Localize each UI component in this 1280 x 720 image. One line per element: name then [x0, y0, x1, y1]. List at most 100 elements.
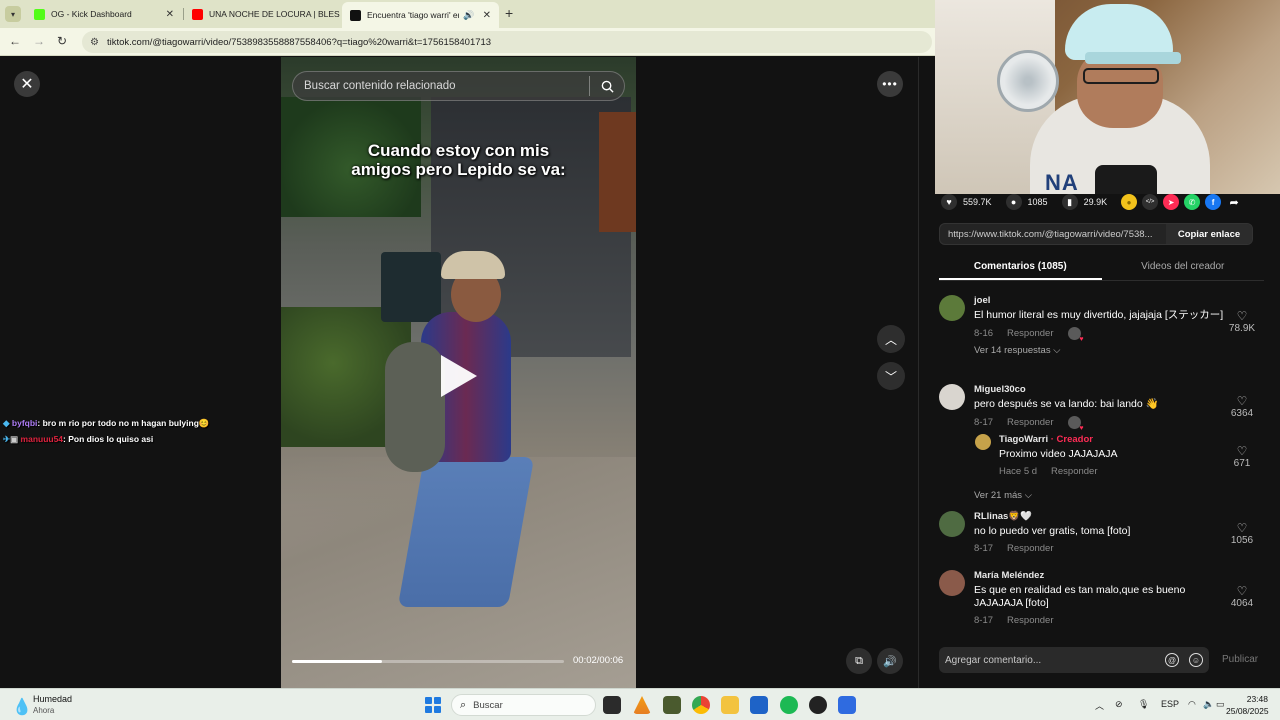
next-video-button[interactable]: ﹀	[877, 362, 905, 390]
tab-audio-icon[interactable]: 🔊	[463, 10, 474, 21]
chrome-icon[interactable]	[692, 696, 710, 714]
minecraft-icon[interactable]	[663, 696, 681, 714]
comment-action[interactable]: ● 1085	[1005, 194, 1048, 210]
copy-link-button[interactable]: Copiar enlace	[1166, 224, 1252, 244]
language-indicator[interactable]: ESP	[1161, 699, 1179, 709]
tab-title: UNA NOCHE DE LOCURA | BLES	[209, 9, 340, 19]
avatar[interactable]	[939, 570, 965, 596]
comments-list: joel El humor literal es muy divertido, …	[939, 293, 1277, 633]
tab-creator-videos[interactable]: Videos del creador	[1102, 257, 1265, 280]
weather-title[interactable]: Humedad	[33, 694, 72, 704]
vlc-icon[interactable]	[633, 696, 651, 714]
wifi-icon[interactable]: ◠	[1188, 699, 1196, 710]
comment-like[interactable]: ♡ 1056	[1227, 521, 1257, 546]
save-action[interactable]: ▮ 29.9K	[1061, 194, 1107, 210]
search-icon	[601, 80, 614, 93]
comment-input[interactable]	[945, 654, 1155, 666]
webcam-fan	[997, 50, 1059, 112]
forward-arrow-icon[interactable]: →	[33, 34, 45, 48]
url-text: tiktok.com/@tiagowarri/video/75389835588…	[106, 36, 492, 48]
emoji-icon[interactable]: ☺	[1189, 653, 1203, 667]
reply-button[interactable]: Responder	[1007, 417, 1053, 428]
back-arrow-icon[interactable]: ←	[9, 34, 21, 48]
comment-username[interactable]: joel	[974, 295, 1224, 306]
store-icon[interactable]	[750, 696, 768, 714]
embed-icon[interactable]: </>	[1142, 194, 1159, 210]
close-icon: ✕	[20, 76, 34, 93]
microphone-icon[interactable]: 🎙	[1138, 699, 1149, 710]
comment-like[interactable]: ♡ 671	[1227, 444, 1257, 469]
video-link-url[interactable]: https://www.tiktok.com/@tiagowarri/video…	[940, 224, 1166, 244]
view-replies-button[interactable]: Ver 14 respuestas ⌵	[974, 345, 1224, 356]
tab-search-button[interactable]: ▾	[5, 6, 21, 22]
obs-icon[interactable]	[809, 696, 827, 714]
comment-username[interactable]: RLlinas🦁🤍	[974, 511, 1224, 522]
site-info-icon[interactable]: ⚙	[90, 37, 99, 48]
tray-chevron-up-icon[interactable]: ︿	[1095, 699, 1104, 712]
avatar[interactable]	[939, 511, 965, 537]
send-icon[interactable]: ➤	[1163, 194, 1180, 210]
comment-username[interactable]: Miguel30co	[974, 384, 1224, 395]
comment-username[interactable]: María Meléndez	[974, 570, 1224, 581]
tab-comments[interactable]: Comentarios (1085)	[939, 257, 1102, 280]
start-button[interactable]	[425, 697, 441, 713]
reply-button[interactable]: Responder	[1007, 543, 1053, 554]
webcam-overlay: NA	[935, 0, 1280, 194]
view-more-replies-button[interactable]: Ver 21 más ⌵	[974, 490, 1032, 501]
avatar[interactable]	[939, 384, 965, 410]
reload-icon[interactable]: ↻	[57, 34, 67, 48]
mention-icon[interactable]: @	[1165, 653, 1179, 667]
coin-icon[interactable]: ●	[1121, 194, 1138, 210]
app-icon[interactable]	[838, 696, 856, 714]
tab-close-icon[interactable]: ✕	[158, 9, 174, 20]
heart-outline-icon: ♡	[1236, 584, 1248, 598]
reply-username[interactable]: TiagoWarri	[999, 434, 1048, 445]
comment-like-count: 78.9K	[1228, 323, 1256, 334]
tray-network-off-icon[interactable]: ⊘	[1115, 699, 1123, 710]
clock-time[interactable]: 23:48	[1242, 694, 1268, 704]
picture-in-picture-button[interactable]: ⧉	[846, 648, 872, 674]
heart-outline-icon: ♡	[1236, 394, 1248, 408]
volume-button[interactable]: 🔊	[877, 648, 903, 674]
new-tab-button[interactable]: +	[505, 5, 513, 21]
chat-username: byfqbi	[11, 418, 38, 428]
file-explorer-icon[interactable]	[721, 696, 739, 714]
clock-date[interactable]: 25/08/2025	[1226, 706, 1269, 716]
play-icon[interactable]	[441, 355, 477, 397]
comment-count: 1085	[1027, 197, 1048, 207]
facebook-icon[interactable]: f	[1205, 194, 1222, 210]
humidity-icon[interactable]: 💧	[12, 697, 32, 717]
more-options-button[interactable]: •••	[877, 71, 903, 97]
spotify-icon[interactable]	[780, 696, 798, 714]
related-search-input[interactable]	[293, 80, 589, 92]
tab-title: OG - Kick Dashboard	[51, 9, 132, 19]
tab-youtube-video[interactable]: UNA NOCHE DE LOCURA | BLES ✕	[184, 3, 340, 25]
tab-kick-dashboard[interactable]: OG - Kick Dashboard ✕	[26, 3, 182, 25]
comment-like[interactable]: ♡ 4064	[1227, 584, 1257, 609]
whatsapp-icon[interactable]: ✆	[1184, 194, 1201, 210]
taskbar-search[interactable]: ⌕ Buscar	[451, 694, 596, 716]
stream-chat-message: ✈▣ manuuu54: Pon dios lo quiso asi	[3, 434, 153, 445]
search-button[interactable]	[590, 71, 624, 101]
tab-tiktok-active[interactable]: Encuentra 'tiago warri' en T 🔊 ✕	[342, 2, 499, 28]
video-player[interactable]: Cuando estoy con mis amigos pero Lepido …	[281, 57, 636, 688]
reply-button[interactable]: Responder	[1051, 466, 1097, 477]
task-view-icon[interactable]	[603, 696, 621, 714]
avatar[interactable]	[975, 434, 991, 450]
share-forward-icon[interactable]: ➦	[1226, 194, 1242, 210]
bookmark-icon: ▮	[1061, 194, 1078, 210]
comment-like[interactable]: ♡ 6364	[1227, 394, 1257, 419]
post-comment-button[interactable]: Publicar	[1222, 654, 1258, 665]
video-progress-bar[interactable]	[292, 660, 564, 663]
previous-video-button[interactable]: ︿	[877, 325, 905, 353]
url-field[interactable]: ⚙ tiktok.com/@tiagowarri/video/753898355…	[82, 31, 932, 53]
reply-button[interactable]: Responder	[1007, 328, 1053, 339]
tab-close-icon[interactable]: ✕	[475, 10, 491, 21]
battery-icon[interactable]: ▭	[1216, 699, 1225, 710]
comment-like[interactable]: ♡ 78.9K	[1227, 309, 1257, 334]
like-action[interactable]: ♥ 559.7K	[941, 194, 992, 210]
avatar[interactable]	[939, 295, 965, 321]
reply-button[interactable]: Responder	[1007, 615, 1053, 626]
speaker-icon[interactable]: 🔈	[1203, 699, 1214, 710]
close-video-button[interactable]: ✕	[14, 71, 40, 97]
